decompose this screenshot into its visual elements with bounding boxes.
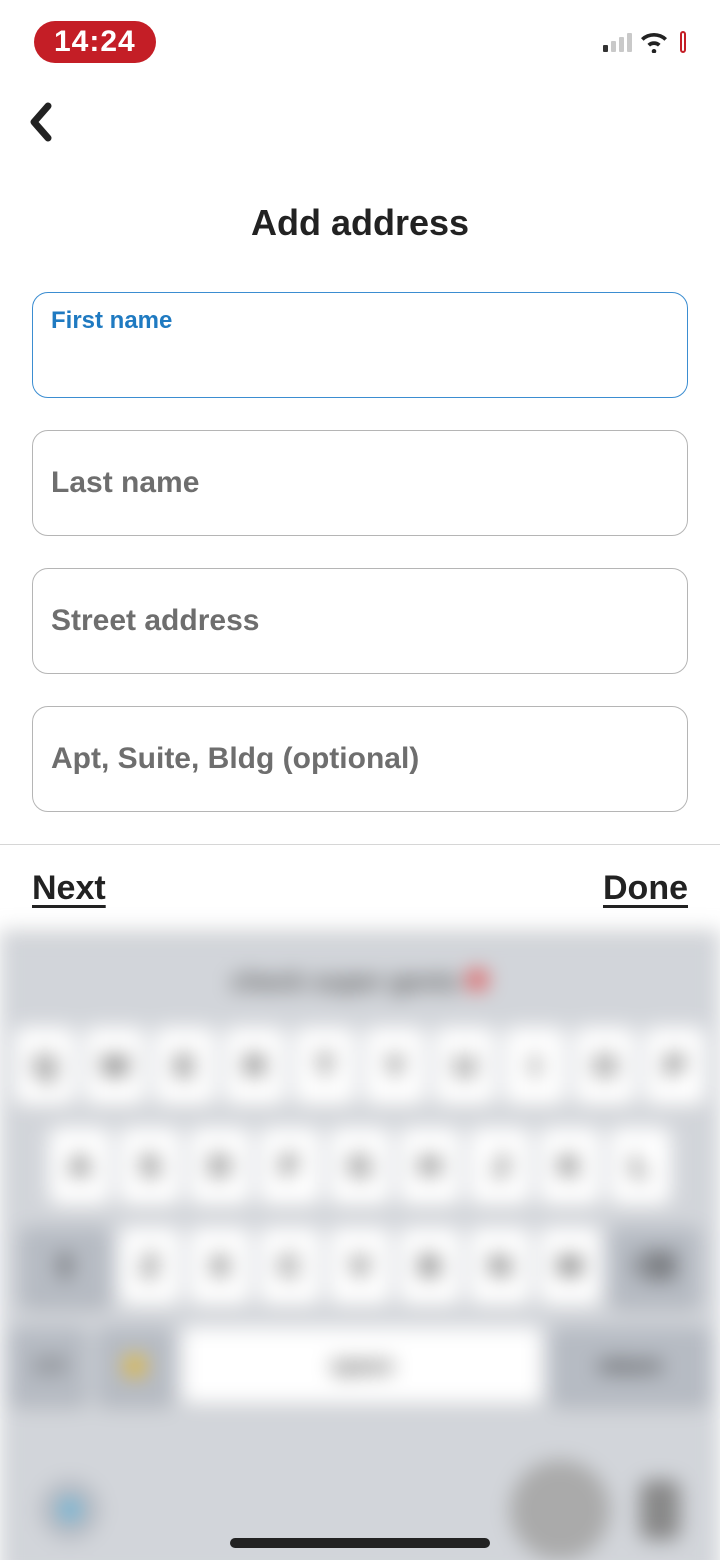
keyboard-key[interactable]: Q [14, 1027, 76, 1107]
keyboard-key[interactable]: T [294, 1027, 356, 1107]
keyboard-key[interactable]: X [189, 1227, 251, 1307]
chevron-left-icon [28, 102, 52, 142]
keyboard-cursor-pad[interactable] [510, 1460, 610, 1560]
keyboard-key[interactable]: B [399, 1227, 461, 1307]
last-name-placeholder: Last name [51, 466, 199, 500]
keyboard-key[interactable]: W [84, 1027, 146, 1107]
last-name-field[interactable]: Last name [32, 430, 688, 536]
wifi-icon [640, 31, 668, 53]
keyboard-key[interactable]: E [154, 1027, 216, 1107]
address-form: First name Last name Street address Apt,… [0, 292, 720, 812]
status-bar: 14:24 [0, 0, 720, 70]
keyboard-key[interactable]: S [119, 1127, 181, 1207]
first-name-label: First name [51, 307, 172, 335]
keyboard-row-2: ASDFGHJKL [0, 1127, 720, 1207]
keyboard-key[interactable]: F [259, 1127, 321, 1207]
keyboard-key[interactable]: M [539, 1227, 601, 1307]
status-time: 14:24 [34, 21, 156, 63]
battery-icon [680, 31, 686, 53]
keyboard-key[interactable]: O [574, 1027, 636, 1107]
keyboard-row-4: 123 😊 space return [0, 1327, 720, 1405]
apt-field[interactable]: Apt, Suite, Bldg (optional) [32, 706, 688, 812]
keyboard-key[interactable]: H [399, 1127, 461, 1207]
keyboard-key[interactable]: D [189, 1127, 251, 1207]
keyboard-emoji-key[interactable]: 😊 [96, 1327, 174, 1405]
apt-placeholder: Apt, Suite, Bldg (optional) [51, 742, 419, 776]
keyboard-key[interactable]: G [329, 1127, 391, 1207]
keyboard-row-1: QWERTYUIOP [0, 1027, 720, 1107]
street-field[interactable]: Street address [32, 568, 688, 674]
keyboard-key[interactable]: R [224, 1027, 286, 1107]
street-placeholder: Street address [51, 604, 259, 638]
keyboard-backspace-key[interactable]: ⌫ [609, 1227, 701, 1307]
keyboard-toolbar: Next Done [0, 844, 720, 932]
globe-icon[interactable]: 🌐 [40, 1480, 100, 1540]
mic-icon[interactable] [640, 1480, 680, 1540]
keyboard-return-key[interactable]: return [550, 1327, 710, 1405]
first-name-input[interactable] [51, 339, 669, 373]
cell-signal-icon [603, 32, 632, 52]
keyboard-key[interactable]: J [469, 1127, 531, 1207]
status-icons [603, 31, 686, 53]
nav-bar [0, 70, 720, 142]
keyboard-row-3: ⇧ZXCVBNM⌫ [0, 1227, 720, 1307]
next-button[interactable]: Next [32, 869, 106, 908]
keyboard-key[interactable]: U [434, 1027, 496, 1107]
keyboard-shift-key[interactable]: ⇧ [19, 1227, 111, 1307]
back-button[interactable] [20, 102, 60, 142]
keyboard-key[interactable]: V [329, 1227, 391, 1307]
keyboard-key[interactable]: Y [364, 1027, 426, 1107]
keyboard-key[interactable]: Z [119, 1227, 181, 1307]
keyboard-key[interactable]: L [609, 1127, 671, 1207]
keyboard-key[interactable]: N [469, 1227, 531, 1307]
first-name-field[interactable]: First name [32, 292, 688, 398]
keyboard-key[interactable]: K [539, 1127, 601, 1207]
star-icon: ✱ [465, 965, 488, 996]
keyboard-key[interactable]: A [49, 1127, 111, 1207]
home-indicator[interactable] [230, 1538, 490, 1548]
page-title: Add address [0, 202, 720, 244]
keyboard-key[interactable]: C [259, 1227, 321, 1307]
keyboard[interactable]: check super gents✱ QWERTYUIOP ASDFGHJKL … [0, 932, 720, 1560]
keyboard-suggestion[interactable]: check super gents✱ [0, 954, 720, 1007]
keyboard-key[interactable]: P [644, 1027, 706, 1107]
keyboard-space-key[interactable]: space [182, 1327, 542, 1405]
done-button[interactable]: Done [603, 869, 688, 908]
keyboard-key[interactable]: I [504, 1027, 566, 1107]
keyboard-123-key[interactable]: 123 [10, 1327, 88, 1405]
